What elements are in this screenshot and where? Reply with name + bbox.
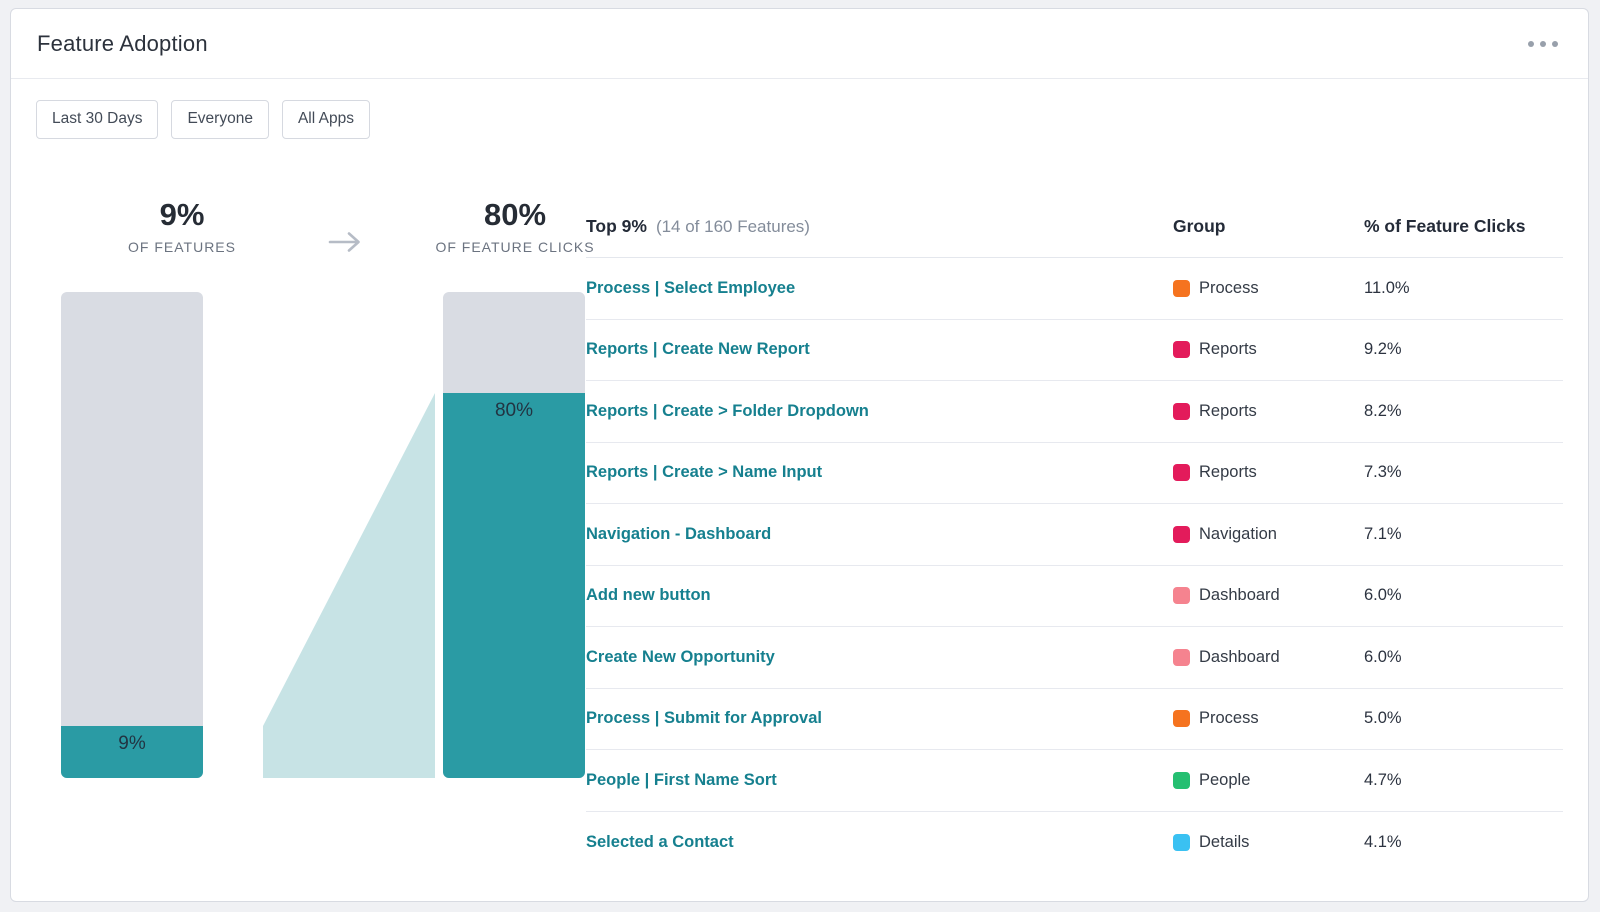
- clicks-bar: 80%: [443, 292, 585, 778]
- group-color-swatch-icon: [1173, 280, 1190, 297]
- group-label: Details: [1199, 833, 1249, 852]
- table-row: Reports | Create > Folder Dropdown Repor…: [586, 381, 1563, 443]
- feature-adoption-funnel-chart: 9% OF FEATURES 80% OF FEATURE CLICKS 9% …: [61, 189, 595, 781]
- ellipsis-icon: [1528, 41, 1534, 47]
- group-color-swatch-icon: [1173, 772, 1190, 789]
- card-menu-button[interactable]: [1524, 33, 1562, 55]
- feature-adoption-card: Feature Adoption Last 30 Days Everyone A…: [10, 8, 1589, 902]
- clicks-percent: 5.0%: [1364, 709, 1402, 728]
- group-label: People: [1199, 771, 1250, 790]
- features-bar-fill: 9%: [61, 726, 203, 778]
- group-label: Reports: [1199, 463, 1257, 482]
- feature-link[interactable]: Process | Select Employee: [586, 279, 795, 298]
- card-header: Feature Adoption: [11, 9, 1588, 79]
- table-row: Add new button Dashboard 6.0%: [586, 566, 1563, 628]
- clicks-percent: 7.1%: [1364, 525, 1402, 544]
- clicks-percent: 4.1%: [1364, 833, 1402, 852]
- clicks-bar-fill: 80%: [443, 393, 585, 778]
- feature-link[interactable]: People | First Name Sort: [586, 771, 777, 790]
- filter-bar: Last 30 Days Everyone All Apps: [11, 79, 1588, 139]
- features-percent-value: 9%: [61, 197, 303, 233]
- features-stage-heading: 9% OF FEATURES: [61, 197, 303, 255]
- group-color-swatch-icon: [1173, 834, 1190, 851]
- group-label: Dashboard: [1199, 648, 1280, 667]
- group-color-swatch-icon: [1173, 341, 1190, 358]
- time-range-filter-button[interactable]: Last 30 Days: [36, 100, 158, 139]
- clicks-percent: 4.7%: [1364, 771, 1402, 790]
- feature-link[interactable]: Reports | Create > Folder Dropdown: [586, 402, 869, 421]
- group-label: Process: [1199, 279, 1259, 298]
- feature-link[interactable]: Process | Submit for Approval: [586, 709, 822, 728]
- top-features-table: Top 9% (14 of 160 Features) Group % of F…: [586, 196, 1563, 873]
- table-row: Selected a Contact Details 4.1%: [586, 812, 1563, 874]
- group-label: Process: [1199, 709, 1259, 728]
- group-color-swatch-icon: [1173, 649, 1190, 666]
- clicks-percent: 6.0%: [1364, 586, 1402, 605]
- clicks-percent: 7.3%: [1364, 463, 1402, 482]
- group-color-swatch-icon: [1173, 403, 1190, 420]
- table-header-row: Top 9% (14 of 160 Features) Group % of F…: [586, 196, 1563, 258]
- clicks-percent: 9.2%: [1364, 340, 1402, 359]
- feature-link[interactable]: Selected a Contact: [586, 833, 734, 852]
- table-row: Process | Select Employee Process 11.0%: [586, 258, 1563, 320]
- feature-link[interactable]: Add new button: [586, 586, 711, 605]
- group-label: Reports: [1199, 402, 1257, 421]
- table-row: Create New Opportunity Dashboard 6.0%: [586, 627, 1563, 689]
- group-color-swatch-icon: [1173, 587, 1190, 604]
- table-row: People | First Name Sort People 4.7%: [586, 750, 1563, 812]
- group-label: Navigation: [1199, 525, 1277, 544]
- table-row: Process | Submit for Approval Process 5.…: [586, 689, 1563, 751]
- features-bar-label: 9%: [61, 726, 203, 755]
- ellipsis-icon: [1540, 41, 1546, 47]
- table-header-top-label: Top 9%: [586, 216, 647, 237]
- feature-link[interactable]: Reports | Create > Name Input: [586, 463, 822, 482]
- feature-link[interactable]: Reports | Create New Report: [586, 340, 810, 359]
- segment-filter-button[interactable]: Everyone: [171, 100, 268, 139]
- clicks-percent: 8.2%: [1364, 402, 1402, 421]
- apps-filter-button[interactable]: All Apps: [282, 100, 370, 139]
- group-label: Dashboard: [1199, 586, 1280, 605]
- arrow-right-icon: [323, 229, 367, 260]
- page-title: Feature Adoption: [37, 31, 208, 57]
- group-color-swatch-icon: [1173, 464, 1190, 481]
- features-bar: 9%: [61, 292, 203, 778]
- group-color-swatch-icon: [1173, 526, 1190, 543]
- group-color-swatch-icon: [1173, 710, 1190, 727]
- table-header-group: Group: [1173, 216, 1226, 237]
- table-header-clicks: % of Feature Clicks: [1364, 216, 1525, 237]
- table-row: Reports | Create > Name Input Reports 7.…: [586, 443, 1563, 505]
- funnel-shape: [263, 292, 435, 778]
- clicks-percent: 11.0%: [1364, 279, 1410, 298]
- features-percent-caption: OF FEATURES: [61, 239, 303, 255]
- table-row: Navigation - Dashboard Navigation 7.1%: [586, 504, 1563, 566]
- feature-link[interactable]: Navigation - Dashboard: [586, 525, 771, 544]
- feature-link[interactable]: Create New Opportunity: [586, 648, 775, 667]
- clicks-percent: 6.0%: [1364, 648, 1402, 667]
- table-row: Reports | Create New Report Reports 9.2%: [586, 320, 1563, 382]
- group-label: Reports: [1199, 340, 1257, 359]
- table-header-feature-count: (14 of 160 Features): [656, 217, 810, 237]
- ellipsis-icon: [1552, 41, 1558, 47]
- clicks-bar-label: 80%: [443, 393, 585, 422]
